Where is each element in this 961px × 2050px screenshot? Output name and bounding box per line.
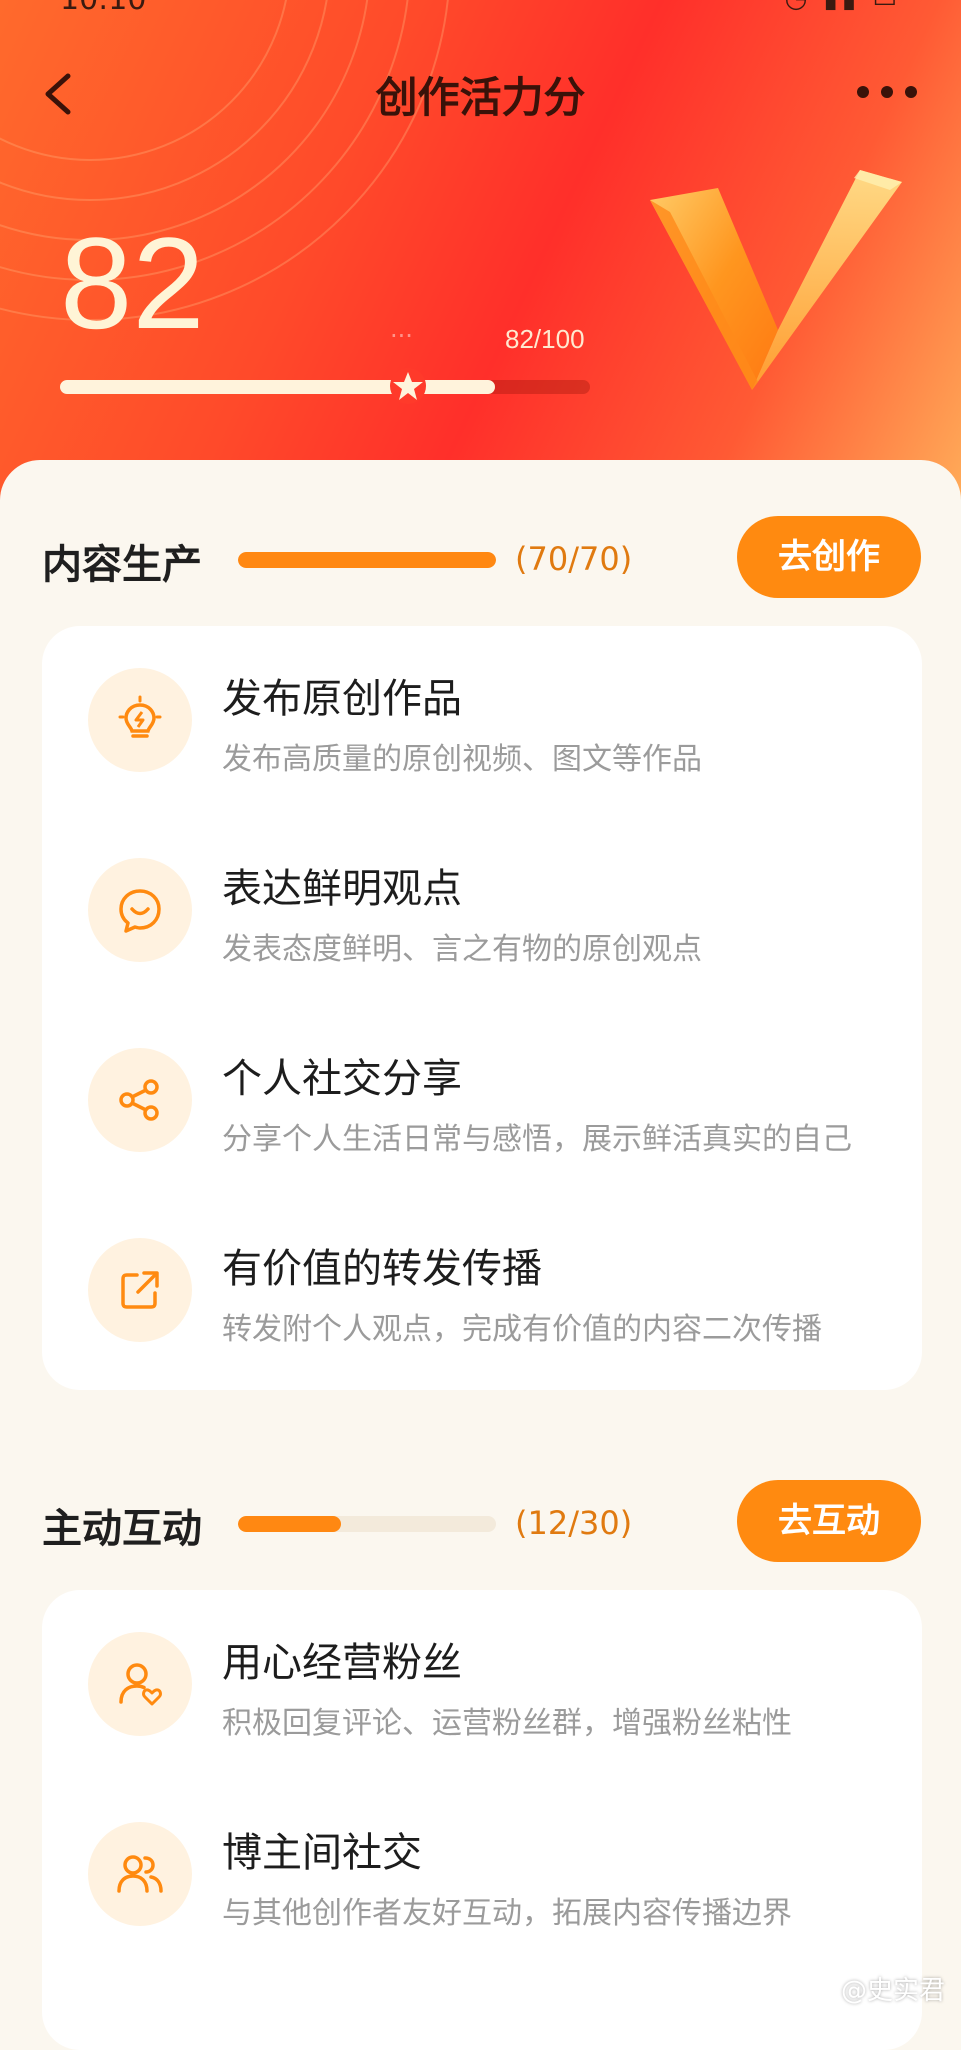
- task-name: 有价值的转发传播: [222, 1246, 542, 1292]
- status-icons: ◔ ▮▮ ▭: [785, 0, 901, 14]
- section-active-interaction: 主动互动 (12/30) 去互动: [0, 1480, 961, 1566]
- task-icon-circle: [88, 668, 192, 772]
- section-progress-fill: [238, 1516, 342, 1532]
- lightbulb-icon: [118, 695, 162, 738]
- go-create-button[interactable]: 去创作: [737, 516, 921, 598]
- score-progress-bar: [60, 368, 590, 404]
- users-icon: [117, 1855, 163, 1893]
- task-item-express-opinion[interactable]: 表达鲜明观点 发表态度鲜明、言之有物的原创观点: [42, 816, 922, 986]
- content-sheet: 内容生产 (70/70) 去创作 发布原创作品 发布高质量的原创视频、图文等作品: [0, 460, 961, 2050]
- section-progress-fill: [238, 552, 496, 568]
- task-desc: 积极回复评论、运营粉丝群，增强粉丝粘性: [222, 1706, 792, 1741]
- score-hint: ···: [390, 322, 413, 350]
- speech-bubble-icon: [119, 889, 161, 933]
- status-bar: 10:10 ◔ ▮▮ ▭: [0, 0, 961, 17]
- task-icon-circle: [88, 1238, 192, 1342]
- score-progress-fill: [60, 380, 495, 394]
- task-card: 发布原创作品 发布高质量的原创视频、图文等作品 表达鲜明观点 发表态度鲜明、言之…: [42, 626, 922, 1390]
- task-item-manage-fans[interactable]: 用心经营粉丝 积极回复评论、运营粉丝群，增强粉丝粘性: [42, 1590, 922, 1760]
- task-name: 发布原创作品: [222, 676, 462, 722]
- section-progress-bar: [238, 552, 496, 568]
- task-name: 用心经营粉丝: [222, 1640, 462, 1686]
- task-card: 用心经营粉丝 积极回复评论、运营粉丝群，增强粉丝粘性 博主间社交 与其他创作者友…: [42, 1590, 922, 2050]
- section-progress-bar: [238, 1516, 496, 1532]
- vitality-score: 82: [60, 210, 205, 356]
- forward-icon: [121, 1271, 159, 1309]
- task-desc: 发表态度鲜明、言之有物的原创观点: [222, 932, 702, 967]
- section-title: 主动互动: [42, 1506, 202, 1552]
- task-icon-circle: [88, 1822, 192, 1926]
- score-ratio: 82/100: [505, 324, 585, 354]
- task-name: 表达鲜明观点: [222, 866, 462, 912]
- user-heart-icon: [119, 1663, 162, 1706]
- task-desc: 转发附个人观点，完成有价值的内容二次传播: [222, 1312, 822, 1347]
- go-interact-button[interactable]: 去互动: [737, 1480, 921, 1562]
- status-time: 10:10: [60, 0, 146, 17]
- task-desc: 与其他创作者友好互动，拓展内容传播边界: [222, 1896, 792, 1931]
- task-item-creator-social[interactable]: 博主间社交 与其他创作者友好互动，拓展内容传播边界: [42, 1780, 922, 1950]
- section-content-production: 内容生产 (70/70) 去创作: [0, 516, 961, 602]
- share-icon: [119, 1079, 159, 1121]
- task-name: 个人社交分享: [222, 1056, 462, 1102]
- task-name: 博主间社交: [222, 1830, 422, 1876]
- section-ratio: (70/70): [515, 540, 633, 578]
- task-desc: 发布高质量的原创视频、图文等作品: [222, 742, 702, 777]
- task-icon-circle: [88, 1048, 192, 1152]
- header-banner: 10:10 ◔ ▮▮ ▭ 创作活力分 82 ··· 82/100: [0, 0, 961, 520]
- task-icon-circle: [88, 1632, 192, 1736]
- task-item-publish-original[interactable]: 发布原创作品 发布高质量的原创视频、图文等作品: [42, 626, 922, 796]
- section-title: 内容生产: [42, 542, 202, 588]
- task-item-social-share[interactable]: 个人社交分享 分享个人生活日常与感悟，展示鲜活真实的自己: [42, 1006, 922, 1176]
- more-dots-icon: [857, 86, 917, 98]
- v-logo-icon: [650, 170, 902, 390]
- watermark: @史实君: [840, 1976, 945, 2006]
- task-desc: 分享个人生活日常与感悟，展示鲜活真实的自己: [222, 1122, 852, 1157]
- section-ratio: (12/30): [515, 1504, 633, 1542]
- task-icon-circle: [88, 858, 192, 962]
- page-title: 创作活力分: [375, 73, 586, 122]
- more-button[interactable]: [851, 70, 923, 110]
- task-item-valuable-forward[interactable]: 有价值的转发传播 转发附个人观点，完成有价值的内容二次传播: [42, 1196, 922, 1366]
- star-icon: [389, 368, 426, 404]
